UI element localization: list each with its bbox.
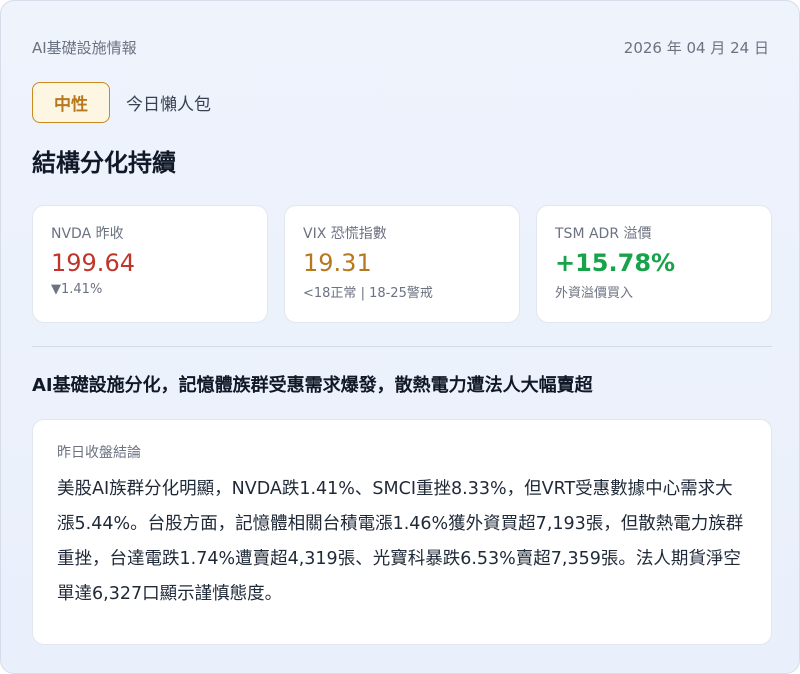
headline: AI基礎設施分化，記憶體族群受惠需求爆發，散熱電力遭法人大幅賣超 (32, 375, 593, 396)
summary-label: 昨日收盤結論 (57, 445, 141, 461)
metric-label: NVDA 昨收 (51, 226, 124, 242)
page-title: 結構分化持續 (32, 149, 176, 177)
metric-card-tsm: TSM ADR 溢價 +15.78% 外資溢價買入 (536, 205, 772, 323)
metric-label: TSM ADR 溢價 (555, 226, 652, 242)
summary-card: 昨日收盤結論 美股AI族群分化明顯，NVDA跌1.41%、SMCI重挫8.33%… (32, 419, 772, 645)
metric-value: 199.64 (51, 249, 135, 277)
tag-row: 中性 今日懶人包 (32, 82, 211, 123)
metric-value: 19.31 (303, 249, 372, 277)
metric-change: ▼1.41% (51, 282, 103, 297)
source-label: AI基礎設施情報 (32, 39, 137, 57)
header: AI基礎設施情報 2026 年 04 月 24 日 (32, 37, 769, 58)
metric-card-nvda: NVDA 昨收 199.64 ▼1.41% (32, 205, 268, 323)
summary-body: 美股AI族群分化明顯，NVDA跌1.41%、SMCI重挫8.33%，但VRT受惠… (57, 479, 744, 604)
metric-card-vix: VIX 恐慌指數 19.31 <18正常 | 18-25警戒 (284, 205, 520, 323)
metric-note: 外資溢價買入 (555, 286, 634, 301)
divider (32, 346, 772, 347)
sentiment-badge: 中性 (32, 82, 110, 123)
metrics-row: NVDA 昨收 199.64 ▼1.41% VIX 恐慌指數 19.31 <18… (32, 205, 772, 323)
metric-label: VIX 恐慌指數 (303, 226, 387, 242)
metric-note: <18正常 | 18-25警戒 (303, 286, 433, 301)
briefing-card: AI基礎設施情報 2026 年 04 月 24 日 中性 今日懶人包 結構分化持… (0, 0, 800, 674)
report-date: 2026 年 04 月 24 日 (623, 39, 769, 57)
tagline: 今日懶人包 (126, 95, 211, 115)
metric-value: +15.78% (555, 249, 676, 277)
